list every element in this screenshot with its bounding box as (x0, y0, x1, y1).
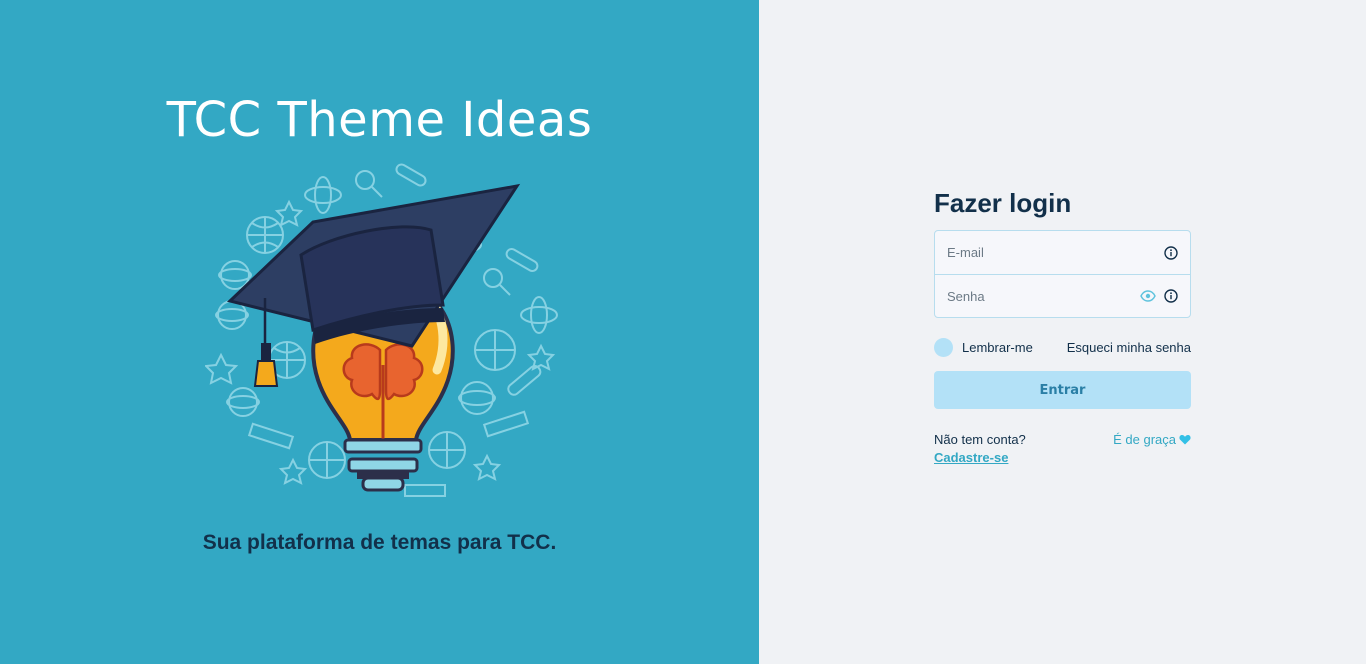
signup-prompt: Não tem conta? Cadastre-se (934, 432, 1026, 465)
login-button[interactable]: Entrar (934, 371, 1191, 409)
eye-icon[interactable] (1140, 290, 1156, 302)
login-form: Fazer login E-mail Lembrar-me Esqueci mi… (934, 186, 1191, 465)
email-field[interactable] (947, 245, 1137, 260)
hero-panel: TCC Theme Ideas Sua plataforma de temas … (0, 0, 759, 664)
remember-me-toggle[interactable]: Lembrar-me (934, 337, 1033, 357)
remember-me-label: Lembrar-me (962, 339, 1033, 355)
free-text: É de graça (1113, 432, 1176, 447)
info-icon[interactable] (1164, 289, 1178, 303)
signup-row: Não tem conta? Cadastre-se É de graça (934, 432, 1191, 465)
remember-me-checkbox[interactable] (934, 337, 953, 357)
app-title: TCC Theme Ideas (166, 92, 593, 148)
heart-icon (1179, 435, 1191, 445)
info-icon[interactable] (1164, 245, 1178, 260)
free-badge: É de graça (1113, 432, 1191, 465)
tagline: Sua plataforma de temas para TCC. (202, 531, 557, 554)
signup-link[interactable]: Cadastre-se (934, 450, 1026, 465)
login-title: Fazer login (934, 188, 1072, 218)
forgot-password-link[interactable]: Esqueci minha senha (1067, 340, 1191, 355)
no-account-text: Não tem conta? (934, 432, 1026, 447)
password-field[interactable] (947, 288, 1137, 304)
options-row: Lembrar-me Esqueci minha senha (934, 337, 1191, 357)
login-panel: Fazer login E-mail Lembrar-me Esqueci mi… (759, 0, 1366, 664)
credentials-group (934, 230, 1191, 318)
password-field-wrapper (935, 274, 1190, 317)
lightbulb-illustration (205, 163, 558, 497)
email-field-wrapper (935, 231, 1190, 274)
